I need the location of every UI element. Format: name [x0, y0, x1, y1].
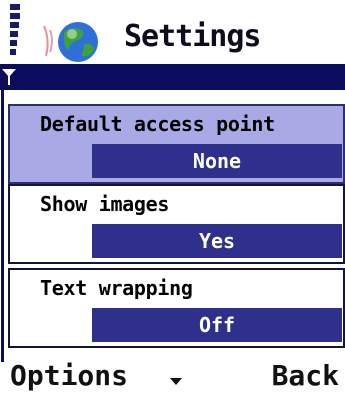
- chevron-down-icon[interactable]: [170, 378, 182, 385]
- setting-show-images[interactable]: Show images Yes: [8, 184, 345, 264]
- scroll-indicator: [1, 90, 4, 362]
- softkey-bar: Options Back: [0, 358, 345, 394]
- antenna-icon: [1, 66, 17, 86]
- setting-default-access-point[interactable]: Default access point None: [8, 104, 345, 184]
- options-softkey[interactable]: Options: [10, 358, 128, 394]
- setting-label: Default access point: [40, 112, 275, 136]
- setting-value[interactable]: Off: [92, 308, 342, 342]
- setting-label: Text wrapping: [40, 276, 193, 300]
- back-softkey[interactable]: Back: [272, 358, 339, 394]
- page-title: Settings: [124, 19, 261, 54]
- setting-value[interactable]: None: [92, 144, 342, 178]
- setting-value[interactable]: Yes: [92, 224, 342, 258]
- globe-icon: [42, 18, 104, 64]
- signal-strength-icon: [0, 0, 22, 72]
- settings-list: Default access point None Show images Ye…: [8, 104, 345, 354]
- setting-label: Show images: [40, 192, 170, 216]
- title-bar: [0, 64, 345, 90]
- setting-text-wrapping[interactable]: Text wrapping Off: [8, 268, 345, 348]
